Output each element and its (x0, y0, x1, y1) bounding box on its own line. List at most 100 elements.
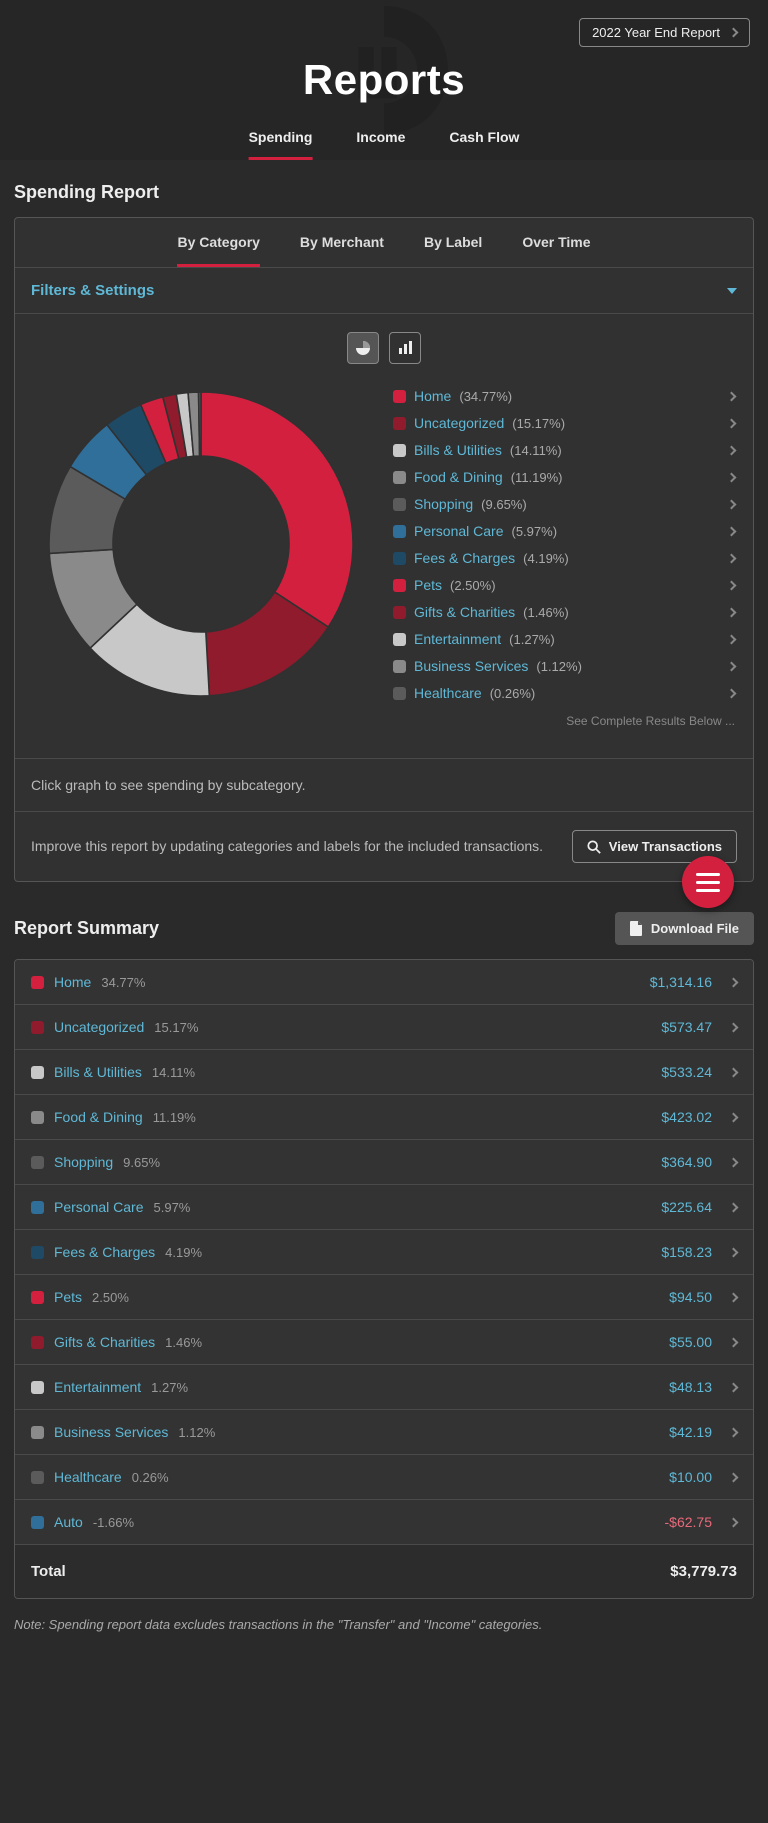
summary-row-shopping[interactable]: Shopping9.65%$364.90 (15, 1139, 753, 1184)
pie-chart-icon (355, 340, 371, 356)
legend-item-bills-utilities[interactable]: Bills & Utilities (14.11%) (391, 438, 737, 462)
file-icon (630, 921, 643, 936)
chart-legend: Home (34.77%) Uncategorized (15.17%) Bills… (391, 384, 737, 734)
bar-chart-toggle[interactable] (389, 332, 421, 364)
legend-item-pets[interactable]: Pets (2.50%) (391, 573, 737, 597)
summary-row-gifts-charities[interactable]: Gifts & Charities1.46%$55.00 (15, 1319, 753, 1364)
legend-pct: (11.19%) (511, 470, 563, 485)
summary-row-business-services[interactable]: Business Services1.12%$42.19 (15, 1409, 753, 1454)
color-swatch (31, 1246, 44, 1259)
filters-settings-toggle[interactable]: Filters & Settings (15, 268, 753, 314)
pie-chart-toggle[interactable] (347, 332, 379, 364)
summary-row-healthcare[interactable]: Healthcare0.26%$10.00 (15, 1454, 753, 1499)
summary-row-pets[interactable]: Pets2.50%$94.50 (15, 1274, 753, 1319)
color-swatch (393, 579, 406, 592)
chevron-right-icon (727, 472, 737, 482)
filters-settings-label: Filters & Settings (31, 282, 154, 299)
year-end-report-button[interactable]: 2022 Year End Report (579, 18, 750, 47)
summary-row-food-dining[interactable]: Food & Dining11.19%$423.02 (15, 1094, 753, 1139)
color-swatch (31, 1201, 44, 1214)
sub-tab-by-merchant[interactable]: By Merchant (300, 234, 384, 267)
fab-menu-button[interactable] (682, 856, 734, 908)
summary-pct: 1.46% (165, 1335, 202, 1350)
legend-item-food-dining[interactable]: Food & Dining (11.19%) (391, 465, 737, 489)
chevron-right-icon (727, 607, 737, 617)
chevron-right-icon (727, 445, 737, 455)
color-swatch (31, 1156, 44, 1169)
summary-name: Uncategorized (54, 1019, 144, 1035)
color-swatch (31, 1471, 44, 1484)
hero: 2022 Year End Report Reports SpendingInc… (0, 0, 768, 160)
legend-name: Personal Care (414, 523, 504, 539)
chevron-right-icon (727, 634, 737, 644)
color-swatch (31, 1516, 44, 1529)
legend-item-business-services[interactable]: Business Services (1.12%) (391, 654, 737, 678)
legend-pct: (1.27%) (509, 632, 555, 647)
legend-item-home[interactable]: Home (34.77%) (391, 384, 737, 408)
legend-item-fees-charges[interactable]: Fees & Charges (4.19%) (391, 546, 737, 570)
search-icon (587, 840, 601, 854)
spending-sub-tabs: By Category By Merchant By Label Over Time (15, 218, 753, 268)
summary-total-row: Total$3,779.73 (15, 1544, 753, 1598)
donut-slice-healthcare[interactable] (199, 392, 201, 456)
chevron-right-icon (727, 499, 737, 509)
legend-item-personal-care[interactable]: Personal Care (5.97%) (391, 519, 737, 543)
main-tab-cash-flow[interactable]: Cash Flow (449, 119, 519, 160)
legend-item-gifts-charities[interactable]: Gifts & Charities (1.46%) (391, 600, 737, 624)
summary-amount: $364.90 (661, 1154, 712, 1170)
chevron-right-icon (729, 1337, 739, 1347)
legend-pct: (2.50%) (450, 578, 496, 593)
legend-pct: (0.26%) (490, 686, 536, 701)
color-swatch (393, 660, 406, 673)
color-swatch (31, 1336, 44, 1349)
summary-row-uncategorized[interactable]: Uncategorized15.17%$573.47 (15, 1004, 753, 1049)
summary-amount: $225.64 (661, 1199, 712, 1215)
legend-pct: (34.77%) (459, 389, 512, 404)
summary-row-entertainment[interactable]: Entertainment1.27%$48.13 (15, 1364, 753, 1409)
legend-name: Fees & Charges (414, 550, 515, 566)
summary-pct: 11.19% (153, 1110, 196, 1125)
summary-row-home[interactable]: Home34.77%$1,314.16 (15, 960, 753, 1004)
legend-item-shopping[interactable]: Shopping (9.65%) (391, 492, 737, 516)
sub-tab-by-category[interactable]: By Category (177, 234, 259, 267)
summary-row-personal-care[interactable]: Personal Care5.97%$225.64 (15, 1184, 753, 1229)
main-tabs: Spending Income Cash Flow (249, 119, 520, 160)
chevron-right-icon (729, 1067, 739, 1077)
report-summary-heading: Report Summary (14, 918, 159, 939)
legend-name: Shopping (414, 496, 473, 512)
download-file-button[interactable]: Download File (615, 912, 754, 945)
donut-chart[interactable] (31, 384, 371, 704)
color-swatch (31, 1111, 44, 1124)
color-swatch (393, 471, 406, 484)
sub-tab-by-label[interactable]: By Label (424, 234, 482, 267)
chevron-right-icon (729, 1247, 739, 1257)
color-swatch (31, 1066, 44, 1079)
legend-pct: (5.97%) (512, 524, 558, 539)
legend-item-entertainment[interactable]: Entertainment (1.27%) (391, 627, 737, 651)
legend-item-uncategorized[interactable]: Uncategorized (15.17%) (391, 411, 737, 435)
summary-pct: 1.12% (178, 1425, 215, 1440)
bar-chart-icon (397, 340, 413, 356)
color-swatch (31, 976, 44, 989)
legend-item-healthcare[interactable]: Healthcare (0.26%) (391, 681, 737, 705)
summary-pct: 4.19% (165, 1245, 202, 1260)
summary-amount: $10.00 (669, 1469, 712, 1485)
summary-amount: $158.23 (661, 1244, 712, 1260)
summary-amount: $55.00 (669, 1334, 712, 1350)
summary-row-auto[interactable]: Auto-1.66%-$62.75 (15, 1499, 753, 1544)
color-swatch (393, 390, 406, 403)
summary-name: Bills & Utilities (54, 1064, 142, 1080)
sub-tab-over-time[interactable]: Over Time (522, 234, 590, 267)
legend-name: Bills & Utilities (414, 442, 502, 458)
summary-pct: 5.97% (154, 1200, 191, 1215)
legend-name: Healthcare (414, 685, 482, 701)
summary-pct: 1.27% (151, 1380, 188, 1395)
main-tab-spending[interactable]: Spending (249, 119, 313, 160)
summary-pct: 9.65% (123, 1155, 160, 1170)
donut-slice-home[interactable] (201, 392, 353, 627)
summary-row-bills-utilities[interactable]: Bills & Utilities14.11%$533.24 (15, 1049, 753, 1094)
summary-row-fees-charges[interactable]: Fees & Charges4.19%$158.23 (15, 1229, 753, 1274)
main-tab-income[interactable]: Income (356, 119, 405, 160)
summary-amount: -$62.75 (665, 1514, 712, 1530)
legend-more-link[interactable]: See Complete Results Below ... (391, 708, 737, 734)
